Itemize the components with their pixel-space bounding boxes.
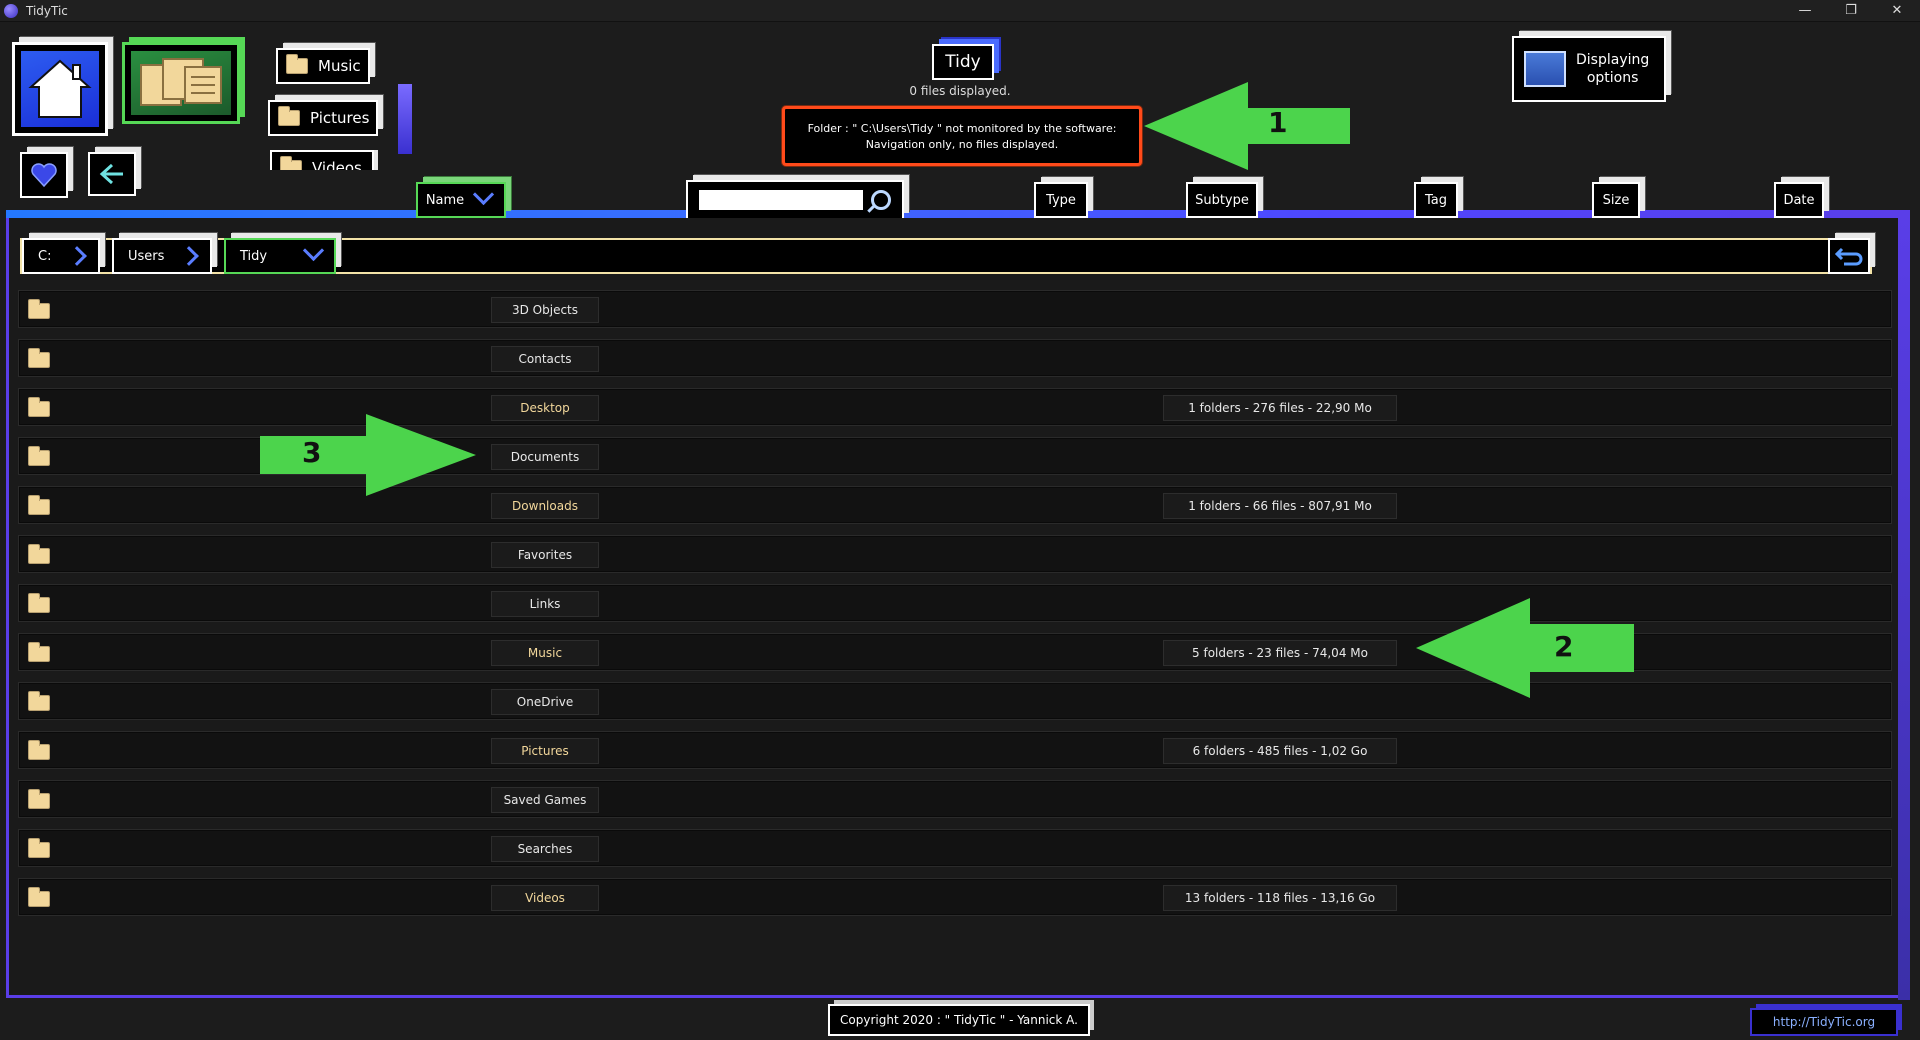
folders-icon: [131, 51, 231, 115]
folder-icon: [28, 593, 50, 613]
shortcut-label: Videos: [312, 159, 362, 170]
panel-right-border: [1898, 210, 1910, 1000]
folder-name[interactable]: 3D Objects: [491, 297, 599, 323]
chevron-right-icon: [179, 246, 199, 266]
folder-name[interactable]: Downloads: [491, 493, 599, 519]
folder-summary: 1 folders - 66 files - 807,91 Mo: [1163, 493, 1397, 519]
folder-icon: [278, 106, 300, 126]
shortcut-pictures-button[interactable]: Pictures: [268, 100, 378, 136]
search-icon[interactable]: [871, 190, 891, 210]
folder-icon: [286, 54, 308, 74]
folder-icon: [280, 156, 302, 170]
folder-name[interactable]: Desktop: [491, 395, 599, 421]
table-row[interactable]: Favorites: [18, 535, 1892, 573]
undo-arrow-icon: [1834, 247, 1863, 266]
folder-name[interactable]: Pictures: [491, 738, 599, 764]
breadcrumb-item-tidy[interactable]: Tidy: [224, 238, 336, 274]
breadcrumb-item-users[interactable]: Users: [112, 238, 212, 274]
table-row[interactable]: Videos 13 folders - 118 files - 13,16 Go: [18, 878, 1892, 916]
annotation-number-2: 2: [1554, 630, 1574, 663]
column-tag-button[interactable]: Tag: [1414, 182, 1458, 218]
files-displayed-count: 0 files displayed.: [909, 84, 1011, 98]
breadcrumb-item-c[interactable]: C:: [22, 238, 100, 274]
favorites-button[interactable]: [20, 152, 68, 198]
window-title: TidyTic: [26, 4, 68, 18]
folder-icon: [28, 495, 50, 515]
chevron-down-icon: [472, 193, 496, 207]
folder-name[interactable]: Favorites: [491, 542, 599, 568]
folder-icon: [28, 299, 50, 319]
shortcut-videos-button[interactable]: Videos: [270, 150, 374, 170]
displaying-options-label: Displaying options: [1576, 52, 1650, 86]
folders-view-button[interactable]: [122, 42, 240, 124]
minimize-button[interactable]: —: [1782, 0, 1828, 22]
back-button[interactable]: [88, 152, 136, 196]
return-button[interactable]: [1828, 238, 1870, 274]
shortcut-videos-clip: Videos: [270, 150, 378, 170]
folder-name[interactable]: Contacts: [491, 346, 599, 372]
app-logo-icon: [4, 4, 18, 18]
website-link[interactable]: http://TidyTic.org: [1750, 1008, 1898, 1036]
table-row[interactable]: Pictures 6 folders - 485 files - 1,02 Go: [18, 731, 1892, 769]
home-icon: [21, 51, 99, 127]
chevron-right-icon: [67, 246, 87, 266]
folder-name[interactable]: Music: [491, 640, 599, 666]
folder-icon: [28, 740, 50, 760]
folder-icon: [28, 642, 50, 662]
table-row[interactable]: 3D Objects: [18, 290, 1892, 328]
table-row[interactable]: Saved Games: [18, 780, 1892, 818]
search-box: [686, 180, 904, 220]
column-date-button[interactable]: Date: [1774, 182, 1824, 218]
folder-name[interactable]: Saved Games: [491, 787, 599, 813]
close-button[interactable]: ✕: [1874, 0, 1920, 22]
folder-icon: [28, 887, 50, 907]
annotation-arrow-1: 1: [1144, 82, 1350, 170]
annotation-arrow-2: 2: [1416, 598, 1634, 698]
search-input[interactable]: [699, 190, 863, 210]
folder-icon: [28, 348, 50, 368]
warning-line-1: Folder : " C:\Users\Tidy " not monitored…: [807, 122, 1117, 135]
annotation-number-3: 3: [302, 436, 322, 469]
folder-summary: 6 folders - 485 files - 1,02 Go: [1163, 738, 1397, 764]
column-size-button[interactable]: Size: [1592, 182, 1640, 218]
folder-warning-message: Folder : " C:\Users\Tidy " not monitored…: [782, 106, 1142, 166]
folder-name[interactable]: Videos: [491, 885, 599, 911]
chevron-down-icon: [302, 249, 326, 263]
warning-line-2: Navigation only, no files displayed.: [865, 138, 1059, 151]
annotation-number-1: 1: [1268, 106, 1288, 139]
title-bar: [0, 0, 1920, 22]
shortcuts-scrollbar[interactable]: [398, 84, 412, 154]
folder-name[interactable]: Links: [491, 591, 599, 617]
heart-icon: [31, 163, 57, 188]
table-row[interactable]: Contacts: [18, 339, 1892, 377]
display-settings-icon: [1524, 51, 1566, 87]
home-button[interactable]: [12, 42, 108, 136]
shortcut-music-button[interactable]: Music: [276, 48, 370, 84]
folder-name[interactable]: Documents: [491, 444, 599, 470]
shortcut-label: Pictures: [310, 109, 370, 127]
displaying-options-button[interactable]: Displaying options: [1512, 36, 1666, 102]
folder-icon: [28, 789, 50, 809]
annotation-arrow-3: 3: [260, 414, 476, 496]
folder-icon: [28, 397, 50, 417]
column-name-button[interactable]: Name: [416, 182, 506, 218]
folder-summary: 5 folders - 23 files - 74,04 Mo: [1163, 640, 1397, 666]
table-row[interactable]: Searches: [18, 829, 1892, 867]
folder-summary: 13 folders - 118 files - 13,16 Go: [1163, 885, 1397, 911]
arrow-left-icon: [99, 163, 123, 185]
shortcut-label: Music: [318, 57, 361, 75]
tidy-button[interactable]: Tidy: [932, 44, 994, 80]
folder-icon: [28, 446, 50, 466]
folder-summary: 1 folders - 276 files - 22,90 Mo: [1163, 395, 1397, 421]
column-type-button[interactable]: Type: [1034, 182, 1088, 218]
restore-button[interactable]: ❐: [1828, 0, 1874, 22]
copyright-text: Copyright 2020 : " TidyTic " - Yannick A…: [828, 1004, 1090, 1036]
folder-icon: [28, 838, 50, 858]
column-subtype-button[interactable]: Subtype: [1186, 182, 1258, 218]
folder-icon: [28, 691, 50, 711]
folder-name[interactable]: OneDrive: [491, 689, 599, 715]
folder-name[interactable]: Searches: [491, 836, 599, 862]
folder-icon: [28, 544, 50, 564]
